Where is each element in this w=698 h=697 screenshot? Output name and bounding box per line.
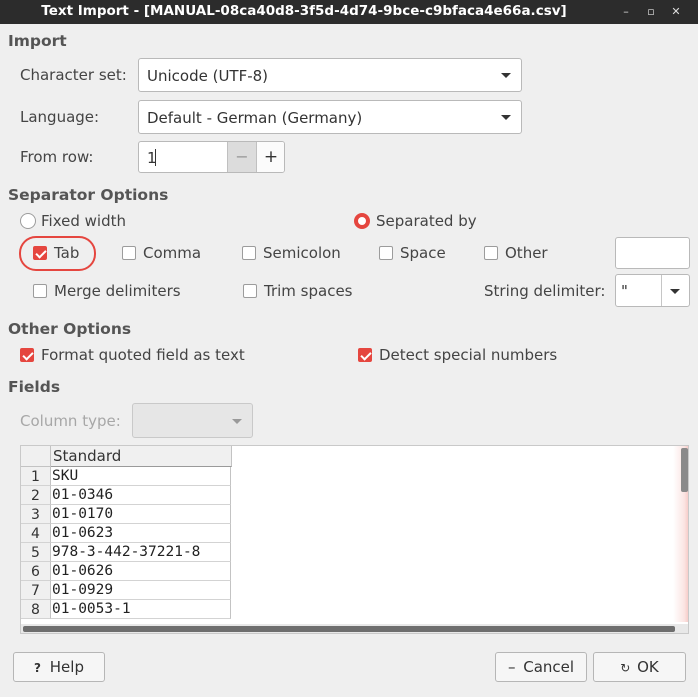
comma-label: Comma: [143, 244, 202, 262]
format-quoted-checkbox[interactable]: [20, 348, 34, 362]
help-label: Help: [49, 658, 84, 676]
chevron-down-icon: [501, 73, 511, 78]
row-number: 5: [21, 543, 51, 562]
cancel-button[interactable]: – Cancel: [495, 652, 587, 682]
comma-checkbox[interactable]: [122, 246, 136, 260]
vertical-scroll-thumb[interactable]: [681, 448, 688, 492]
fixed-width-radio[interactable]: [20, 213, 36, 229]
format-quoted-label: Format quoted field as text: [41, 346, 245, 364]
language-select[interactable]: Default - German (Germany): [138, 100, 522, 134]
ok-icon: ↻: [620, 661, 631, 675]
chevron-down-icon: [232, 419, 242, 424]
charset-label: Character set:: [20, 66, 127, 84]
charset-value: Unicode (UTF-8): [147, 67, 269, 85]
row-number: 6: [21, 562, 51, 581]
trim-spaces-checkbox[interactable]: [243, 284, 257, 298]
from-row-label: From row:: [20, 148, 94, 166]
string-delimiter-label: String delimiter:: [484, 282, 606, 300]
table-cell: 01-0626: [51, 562, 231, 581]
combo-divider: [661, 275, 662, 306]
table-cell: SKU: [51, 467, 231, 486]
other-label: Other: [505, 244, 548, 262]
other-input[interactable]: [615, 237, 690, 269]
column-header[interactable]: Standard: [51, 446, 232, 467]
table-cell: 01-0623: [51, 524, 231, 543]
horizontal-scroll-thumb[interactable]: [23, 626, 675, 632]
row-number: 4: [21, 524, 51, 543]
separated-by-label: Separated by: [376, 212, 477, 230]
ok-label: OK: [637, 658, 659, 676]
import-heading: Import: [8, 32, 67, 50]
string-delimiter-value: ": [621, 282, 628, 300]
separated-by-radio[interactable]: [354, 213, 370, 229]
title-bar: Text Import - [MANUAL-08ca40d8-3f5d-4d74…: [0, 0, 698, 24]
window-title: Text Import - [MANUAL-08ca40d8-3f5d-4d74…: [41, 3, 567, 19]
row-number: 8: [21, 600, 51, 619]
trim-spaces-label: Trim spaces: [264, 282, 353, 300]
maximize-button[interactable]: ▫: [639, 0, 663, 24]
fields-heading: Fields: [8, 378, 61, 396]
row-number: 3: [21, 505, 51, 524]
chevron-down-icon: [670, 289, 680, 294]
table-cell: 978-3-442-37221-8: [51, 543, 231, 562]
preview-grid[interactable]: Standard 1 SKU 2 01-0346 3 01-0170 4 01-…: [20, 445, 689, 634]
language-value: Default - German (Germany): [147, 109, 363, 127]
table-cell: 01-0170: [51, 505, 231, 524]
space-checkbox[interactable]: [379, 246, 393, 260]
tab-label: Tab: [54, 244, 80, 262]
merge-delimiters-checkbox[interactable]: [33, 284, 47, 298]
row-number: 7: [21, 581, 51, 600]
detect-special-checkbox[interactable]: [358, 348, 372, 362]
detect-special-label: Detect special numbers: [379, 346, 558, 364]
semicolon-checkbox[interactable]: [242, 246, 256, 260]
cancel-label: Cancel: [523, 658, 575, 676]
language-label: Language:: [20, 108, 100, 126]
ok-button[interactable]: ↻ OK: [593, 652, 686, 682]
help-button[interactable]: ? Help: [13, 652, 105, 682]
chevron-down-icon: [501, 115, 511, 120]
cancel-icon: –: [507, 658, 516, 676]
charset-select[interactable]: Unicode (UTF-8): [138, 58, 522, 92]
column-type-select[interactable]: [132, 403, 253, 438]
table-cell: 01-0929: [51, 581, 231, 600]
text-cursor: [155, 149, 156, 166]
grid-corner: [21, 446, 51, 467]
table-cell: 01-0053-1: [51, 600, 231, 619]
minimize-button[interactable]: –: [614, 0, 638, 24]
row-number: 2: [21, 486, 51, 505]
close-button[interactable]: ✕: [664, 0, 688, 24]
row-number: 1: [21, 467, 51, 486]
other-checkbox[interactable]: [484, 246, 498, 260]
space-label: Space: [400, 244, 446, 262]
help-icon: ?: [34, 661, 41, 675]
from-row-spinbox[interactable]: 1 − +: [138, 141, 285, 173]
other-options-heading: Other Options: [8, 320, 132, 338]
column-type-label: Column type:: [20, 412, 121, 430]
string-delimiter-select[interactable]: ": [615, 274, 690, 307]
increment-button[interactable]: +: [256, 142, 284, 172]
separator-heading: Separator Options: [8, 186, 169, 204]
semicolon-label: Semicolon: [263, 244, 341, 262]
tab-checkbox[interactable]: [33, 246, 47, 260]
fixed-width-label: Fixed width: [41, 212, 126, 230]
merge-delimiters-label: Merge delimiters: [54, 282, 181, 300]
table-cell: 01-0346: [51, 486, 231, 505]
decrement-button[interactable]: −: [227, 142, 256, 172]
